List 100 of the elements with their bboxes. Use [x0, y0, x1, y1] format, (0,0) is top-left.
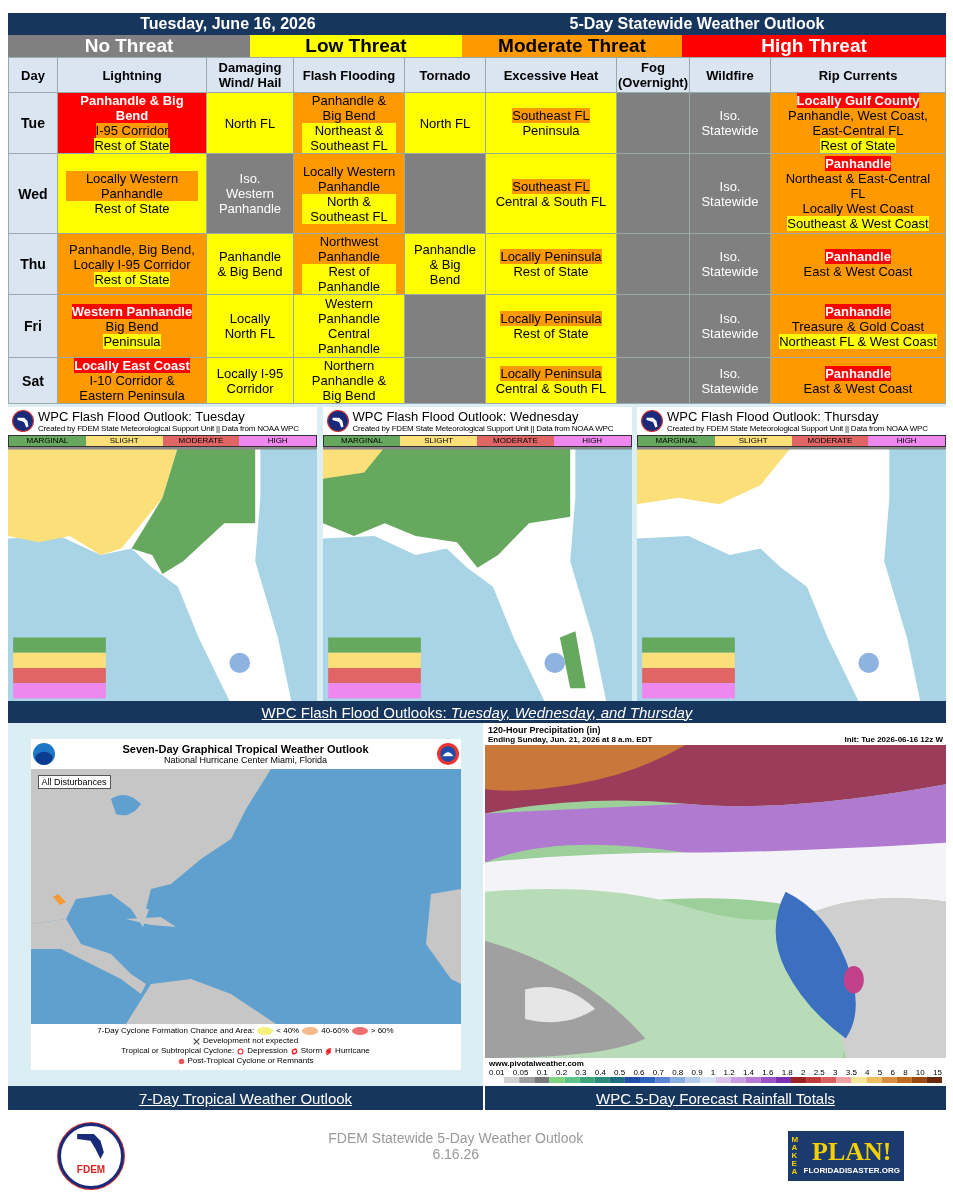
area-label: Panhandle: [825, 249, 891, 264]
area-label: Rest of State: [513, 264, 589, 279]
column-header: Lightning: [57, 57, 207, 93]
map-title: 120-Hour Precipitation (in): [488, 725, 602, 735]
area-label: Locally East Coast: [74, 358, 190, 373]
area-label: Iso. Statewide: [698, 365, 762, 396]
area-label: Locally Peninsula: [500, 311, 602, 326]
category-label: MODERATE: [162, 436, 240, 446]
category-label: MARGINAL: [323, 436, 401, 446]
category-label: MODERATE: [791, 436, 869, 446]
legend-text: < 40%: [276, 1026, 300, 1036]
scale-tick-label: 0.4: [594, 1068, 606, 1077]
column-header: Wildfire: [689, 57, 771, 93]
cyclone-symbol-icon: [237, 1047, 245, 1055]
area-label: Western Panhandle: [71, 303, 193, 319]
area-label: Iso. Statewide: [698, 108, 762, 138]
footer-title: FDEM Statewide 5-Day Weather Outlook: [328, 1130, 584, 1146]
area-label: Locally West Coast: [802, 201, 914, 216]
source-url: www.pivotalweather.com: [489, 1059, 585, 1068]
map-credit: Created by FDEM State Meteorological Support Unit || Data from NOAA WPC: [352, 423, 614, 433]
scale-tick-label: 1: [710, 1068, 716, 1077]
scale-tick-label: 0.1: [536, 1068, 548, 1077]
scale-tick-label: 3.5: [845, 1068, 857, 1077]
logo-text: PLAN!: [812, 1137, 892, 1166]
threat-legend-label: Low Threat: [250, 35, 462, 57]
map-title: Seven-Day Graphical Tropical Weather Outlook: [122, 743, 369, 755]
legend-text: Hurricane: [335, 1046, 370, 1056]
area-label: Rest of State: [513, 326, 589, 341]
scale-tick-label: 1.4: [742, 1068, 755, 1077]
legend-text: Tropical or Subtropical Cyclone:: [121, 1046, 235, 1056]
logo-text: FLORIDADISASTER.ORG: [803, 1165, 900, 1175]
area-swatch-icon: [351, 1027, 368, 1035]
scale-tick-label: 0.2: [556, 1068, 568, 1077]
threat-legend-label: No Threat: [8, 35, 250, 57]
area-label: Northeast FL & West Coast: [779, 333, 937, 349]
outlook-title: 5-Day Statewide Weather Outlook: [568, 15, 826, 33]
map-credit: Created by FDEM State Meteorological Support Unit || Data from NOAA WPC: [38, 423, 299, 433]
area-label: Southeast FL: [512, 178, 590, 194]
threat-legend-label: Moderate Threat: [462, 35, 682, 57]
scale-tick-label: 0.01: [489, 1068, 505, 1077]
area-label: Rest of State: [94, 138, 170, 153]
scale-tick-label: 0.9: [691, 1068, 703, 1077]
area-label: Southeast & West Coast: [787, 216, 929, 231]
scale-tick-label: 4: [865, 1068, 870, 1077]
scale-tick-label: 5: [877, 1068, 883, 1077]
column-header: Excessive Heat: [485, 57, 617, 93]
day-cell: Fri: [8, 294, 58, 358]
day-cell: Sat: [8, 357, 58, 404]
filter-label: All Disturbances: [37, 775, 111, 789]
area-label: Locally Western Panhandle: [66, 171, 198, 201]
day-cell: Wed: [8, 153, 58, 234]
column-header: Damaging Wind/ Hail: [206, 57, 294, 93]
column-header: Day: [8, 57, 58, 93]
scale-tick-label: 0.8: [672, 1068, 684, 1077]
x-mark-icon: [192, 1037, 200, 1045]
area-label: Iso. Statewide: [698, 249, 762, 279]
map-title: WPC Flash Flood Outlook: Wednesday: [352, 409, 579, 424]
area-label: Locally Peninsula: [500, 249, 602, 264]
threat-legend-label: High Threat: [682, 35, 946, 57]
legend-text: Development not expected: [202, 1036, 299, 1046]
dot-icon: [177, 1057, 185, 1065]
cyclone-symbol-icon: [290, 1047, 298, 1055]
legend-text: 7-Day Cyclone Formation Chance and Area:: [97, 1026, 255, 1036]
scale-tick-label: 2.5: [813, 1068, 825, 1077]
seal-logo-icon: [12, 410, 34, 432]
category-label: HIGH: [553, 436, 631, 446]
date-title: Tuesday, June 16, 2026: [139, 15, 317, 33]
legend-text: 40-60%: [321, 1026, 349, 1036]
noaa-logo-icon: [32, 743, 55, 765]
area-label: Locally Peninsula: [500, 365, 602, 381]
scale-tick-label: 15: [932, 1068, 942, 1077]
area-label: Panhandle: [825, 303, 891, 319]
category-label: HIGH: [239, 436, 316, 446]
logo-text: FDEM: [76, 1163, 106, 1175]
area-label: Rest of State: [94, 201, 170, 216]
area-label: Panhandle & Big Bend: [215, 249, 285, 279]
footer-date: 6.16.26: [431, 1146, 481, 1162]
scale-tick-label: 0.3: [575, 1068, 587, 1077]
scale-tick-label: 8: [903, 1068, 908, 1077]
area-swatch-icon: [302, 1027, 319, 1035]
area-label: Peninsula: [522, 123, 580, 138]
map-title: WPC Flash Flood Outlook: Thursday: [667, 409, 879, 424]
category-label: MODERATE: [477, 436, 554, 446]
scale-tick-label: 0.05: [512, 1068, 529, 1077]
column-header: Rip Currents: [770, 57, 946, 93]
scale-tick-label: 1.2: [723, 1068, 735, 1077]
category-label: SLIGHT: [85, 436, 163, 446]
area-label: Treasure & Gold Coast: [791, 318, 925, 334]
area-label: East & West Coast: [803, 264, 913, 279]
area-swatch-icon: [257, 1027, 274, 1035]
area-label: Rest of Panhandle: [302, 264, 396, 294]
area-label: Rest of State: [820, 138, 896, 153]
area-label: Panhandle: [825, 156, 891, 171]
area-label: Panhandle: [825, 365, 891, 381]
scale-tick-label: 3: [833, 1068, 838, 1077]
legend-text: Depression: [247, 1046, 288, 1056]
scale-tick-label: 0.5: [614, 1068, 626, 1077]
scale-tick-label: 0.6: [633, 1068, 645, 1077]
column-header: Flash Flooding: [293, 57, 405, 93]
scale-tick-label: 1.8: [781, 1068, 793, 1077]
